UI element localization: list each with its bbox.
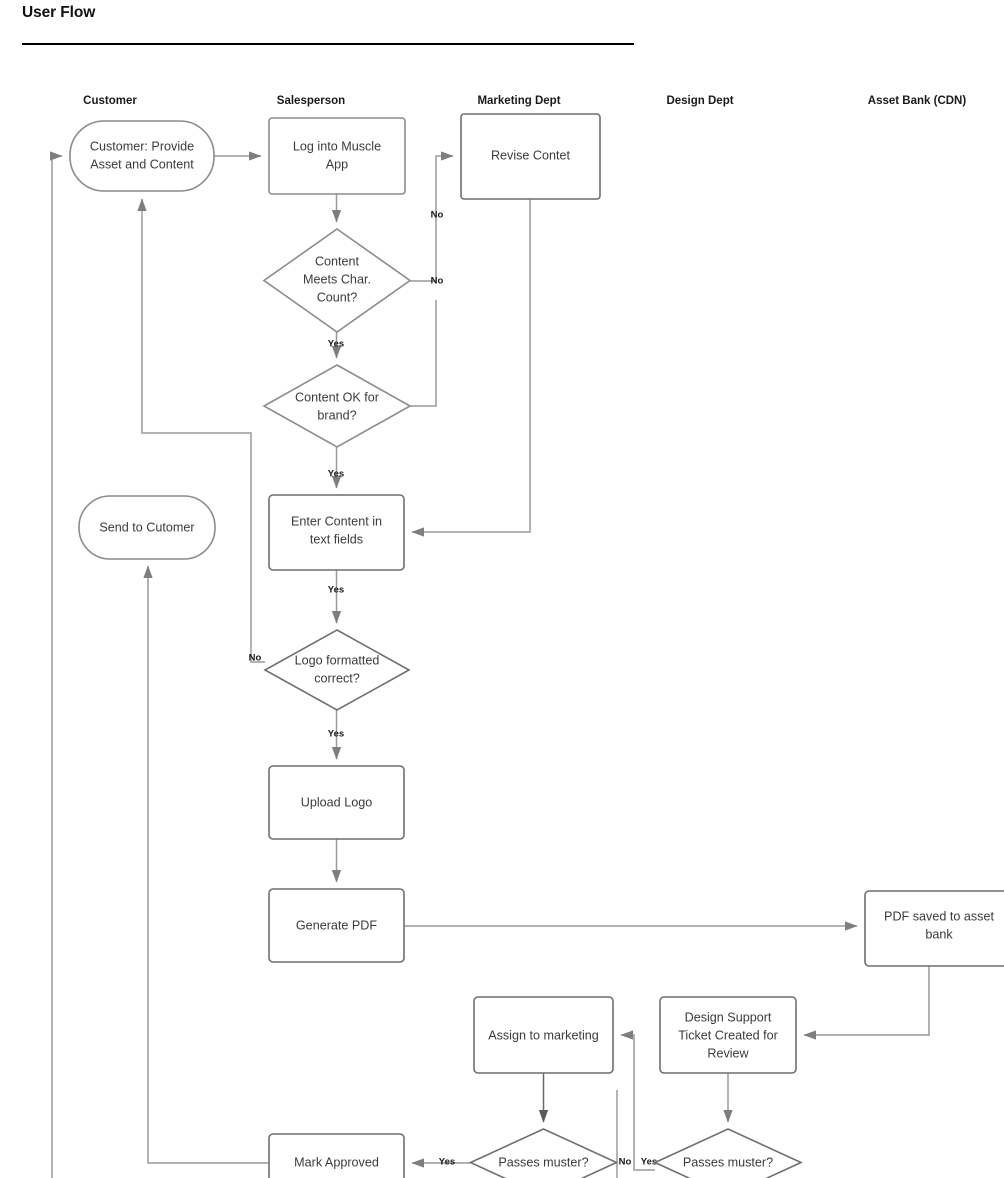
node-shape-process <box>268 117 406 195</box>
lane-label-customer: Customer <box>83 95 137 107</box>
node-assign-to-marketing[interactable]: Assign to marketing <box>473 996 614 1074</box>
node-content-meets-char-count[interactable]: Content Meets Char. Count? <box>262 228 412 333</box>
edge-pdfsaved-to-ticket <box>803 966 930 1040</box>
node-label-line-1: Passes muster? <box>498 1155 588 1169</box>
node-label-line-2: text fields <box>310 532 363 546</box>
node-label-line-1: PDF saved to asset <box>884 909 994 923</box>
node-shape-decision <box>262 364 412 448</box>
node-label-line-1: Passes muster? <box>683 1155 773 1169</box>
node-passes-muster-marketing[interactable]: Passes muster? <box>468 1128 619 1178</box>
node-label-line-2: correct? <box>314 671 360 685</box>
node-label-line-1: Design Support <box>685 1010 772 1024</box>
edge-brand-no-to-revise <box>410 300 437 407</box>
node-label-line-3: Review <box>707 1046 749 1060</box>
node-passes-muster-design[interactable]: Passes muster? <box>653 1128 803 1178</box>
node-customer-provide-asset[interactable]: Customer: Provide Asset and Content <box>69 120 215 192</box>
edge-label-logo-no: No <box>249 653 262 664</box>
node-label-line-1: Logo formatted <box>295 653 380 667</box>
node-label-line-1: Mark Approved <box>294 1155 379 1169</box>
edge-label-muster-marketing-yes: Yes <box>439 1157 455 1168</box>
node-generate-pdf[interactable]: Generate PDF <box>268 888 405 963</box>
node-revise-content[interactable]: Revise Contet <box>460 113 601 200</box>
node-enter-content-text-fields[interactable]: Enter Content in text fields <box>268 494 405 571</box>
node-label-line-1: Revise Contet <box>491 148 571 162</box>
node-shape-decision <box>263 629 411 711</box>
user-flow-diagram: Customer Salesperson Marketing Dept Desi… <box>50 95 1004 1178</box>
node-shape-decision <box>468 1128 619 1178</box>
edge-return-to-provide <box>50 151 63 1178</box>
node-label-line-1: Content OK for <box>295 390 379 404</box>
node-shape-terminator <box>69 120 215 192</box>
lane-label-salesperson: Salesperson <box>277 95 345 107</box>
node-label-line-1: Assign to marketing <box>488 1028 599 1042</box>
node-mark-approved[interactable]: Mark Approved <box>268 1133 405 1178</box>
node-label-line-1: Upload Logo <box>301 795 372 809</box>
node-label-line-1: Send to Cutomer <box>99 520 194 534</box>
edge-label-entercontent-yes: Yes <box>328 585 344 596</box>
node-shape-decision <box>653 1128 803 1178</box>
lane-label-design-dept: Design Dept <box>666 95 733 107</box>
edge-label-charcount-yes: Yes <box>328 339 344 350</box>
node-label-line-2: App <box>326 157 348 171</box>
node-label-line-1: Customer: Provide <box>90 139 194 153</box>
node-log-into-muscle-app[interactable]: Log into Muscle App <box>268 117 406 195</box>
edge-label-brand-no: No <box>431 276 444 287</box>
node-label-line-1: Generate PDF <box>296 918 378 932</box>
node-send-to-customer[interactable]: Send to Cutomer <box>78 495 216 560</box>
edge-revise-to-entercontent <box>411 199 531 537</box>
edge-label-muster-marketing-no: No <box>619 1157 632 1168</box>
node-label-line-2: brand? <box>317 408 356 422</box>
node-logo-formatted-correct[interactable]: Logo formatted correct? <box>263 629 411 711</box>
node-content-ok-for-brand[interactable]: Content OK for brand? <box>262 364 412 448</box>
edge-logo-no-to-provide <box>137 198 265 663</box>
edge-muster-design-yes-to-assign <box>620 1030 655 1171</box>
node-upload-logo[interactable]: Upload Logo <box>268 765 405 840</box>
node-label-line-1: Log into Muscle <box>293 139 381 153</box>
edge-label-charcount-no: No <box>431 210 444 221</box>
node-label-line-3: Count? <box>317 290 358 304</box>
node-pdf-saved-to-asset-bank[interactable]: PDF saved to asset bank <box>864 890 1004 967</box>
edge-label-logo-yes: Yes <box>328 729 344 740</box>
lane-label-marketing-dept: Marketing Dept <box>477 95 560 107</box>
node-label-line-2: Ticket Created for <box>678 1028 778 1042</box>
node-label-line-1: Content <box>315 254 360 268</box>
node-label-line-2: bank <box>925 927 953 941</box>
lane-headers: Customer Salesperson Marketing Dept Desi… <box>83 95 966 107</box>
node-label-line-2: Asset and Content <box>90 157 194 171</box>
node-design-support-ticket[interactable]: Design Support Ticket Created for Review <box>659 996 797 1074</box>
lane-label-asset-bank: Asset Bank (CDN) <box>868 95 967 107</box>
edge-label-brand-yes: Yes <box>328 469 344 480</box>
node-label-line-2: Meets Char. <box>303 272 371 286</box>
node-label-line-1: Enter Content in <box>291 514 382 528</box>
